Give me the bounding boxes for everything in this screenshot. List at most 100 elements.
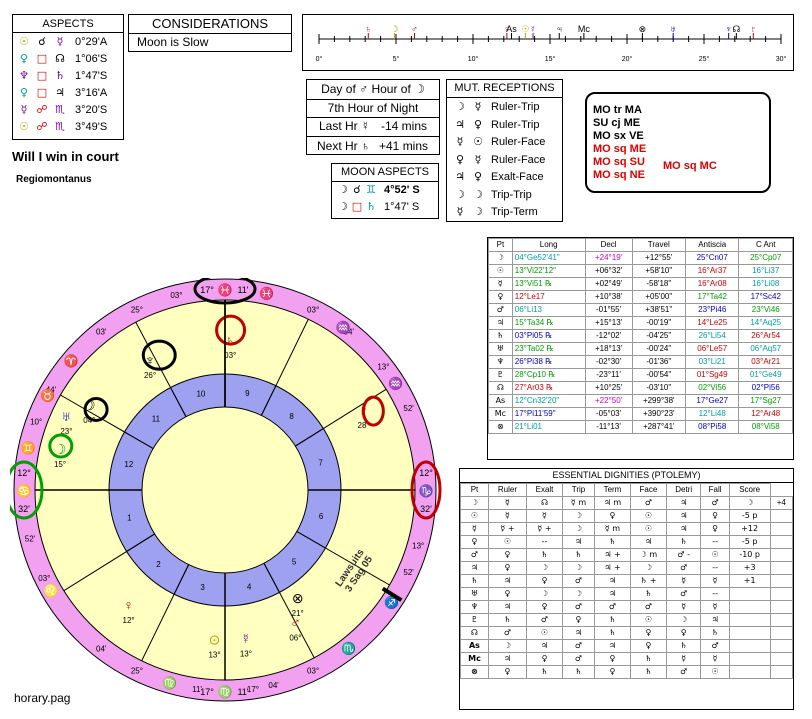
planet-glyph-icon: ☿ [474,100,482,113]
score-cell [769,535,793,549]
score-cell [769,665,793,679]
contra-antiscia-cell: 02°Pi56 [738,381,793,395]
cusp-degree-label: 03' [96,328,107,337]
planet-glyph-icon: ♀ [19,86,29,99]
dignity-cell: -- [700,561,730,575]
antiscia-cell: 17°Ge27 [684,394,740,408]
travel-cell: -00'24" [631,342,687,356]
aspect-note: MO sq NE [593,169,645,181]
planet-glyph-icon: ☽ [488,251,513,265]
antiscia-cell: 08°Pi58 [684,420,740,434]
aspect-orb: 3°16'A [75,87,108,99]
mut-reception-row: ♃ ♀ Exalt-Face [453,170,544,183]
dignity-cell: ♃ + [593,561,631,575]
angle-sign-icon: ♑ [419,484,434,498]
planet-glyph-icon: As [460,639,489,653]
longitude-cell: 27°Ar03 ℞ [511,381,586,395]
mut-reception-type: Trip-Trip [491,188,532,201]
dignity-cell: ♄ [629,587,667,601]
table-row: ♇ 28°Cp10 ℞ -23°11' -00'54" 01°Sg49 01°Ge49 [488,368,793,382]
table-row: ♀ 12°Le17 +10°38' +05'00" 17°Ta42 17°Sc42 [488,290,793,304]
planet-glyph-icon: ☽ [455,100,465,113]
dignity-cell: ♀ [487,561,528,575]
declination-cell: -23°11' [584,368,633,382]
dignity-cell: ♄ [629,652,667,666]
mut-reception-type: Ruler-Face [491,153,546,166]
horary-chart-wheel: 123 45678910111203°03°04'13°52'13°52'03°0… [10,278,442,702]
dignity-cell: ♂ [562,652,595,666]
dignity-cell: ♃ [487,652,528,666]
house-number: 9 [245,389,250,398]
mut-reception-type: Ruler-Trip [491,118,540,131]
dignity-cell [728,587,771,601]
antiscia-cell: 23°Pi46 [684,303,740,317]
dignity-cell: ♂ [665,561,702,575]
ruler-tick-label: 15° [545,55,556,63]
planet-glyph-icon: ♀ [473,170,483,183]
dignity-cell [728,652,771,666]
cusp-degree-label: 10° [30,417,42,426]
planet-glyph-icon: ♃ [488,316,513,330]
planet-glyph-icon: ♅ [460,587,489,601]
longitude-cell: 26°Pi38 ℞ [511,355,586,369]
ruler-planet-icon: ♄ [365,24,372,34]
mut-reception-row: ♀ ☿ Ruler-Face [453,153,545,166]
planet-glyph-icon: ♀ [19,52,29,65]
house-number: 12 [124,460,133,469]
dignity-cell: ♀ [629,626,667,640]
degree-ruler-svg: 0° 5° 10° 15° 20° 25° 30°♄ ☽ ♂ ♀As ☉ ☿ ♃ Mc ⊗ ♅ ♆ ☊ ♇ [316,24,787,63]
dignity-cell: ♄ [593,535,631,549]
planet-glyph-icon: ☉ [488,264,513,278]
dignity-cell: ♄ + [629,574,667,588]
dignity-cell: ☿ m [593,522,631,536]
zodiac-sign-icon: ♈ [64,354,79,368]
ruler-planet-icon: ♃ [556,24,563,34]
travel-cell: +58'10" [631,264,687,278]
dignity-cell: ♄ [593,626,631,640]
dignity-cell: ♂ [562,574,595,588]
planet-glyph-icon: ♀ [473,117,483,131]
moon-aspect-row: ☽ ☌ ♊ 4°52' S [336,183,420,196]
declination-cell: +06°32' [584,264,633,278]
contra-antiscia-cell: 17°Sc42 [738,290,793,304]
positions-table: Pt Long Decl Travel Antiscia C Ant ☽ 04°Ge52'41… [488,238,793,434]
travel-cell: -04'25" [631,329,687,343]
dignity-cell: ♃ + [593,548,631,562]
zodiac-sign-icon: ♌ [43,584,58,598]
dignity-cell: ☿ m [562,496,595,510]
aspect-notes-box: MO tr MA SU cj ME MO sx VE MO sq ME MO sq SU… [585,92,771,193]
dignity-cell: ♄ [562,665,595,679]
ruler-tick-label: 20° [622,55,633,63]
planet-degree: 13° [240,650,252,659]
travel-cell: +05'00" [631,290,687,304]
dignity-cell: ☊ [526,496,563,510]
contra-antiscia-cell: 16°Li08 [738,277,793,291]
dignity-cell: ♀ [526,574,563,588]
aspect-note-mc: MO sq MC [663,160,717,172]
column-header: Trip [562,483,595,497]
contra-antiscia-cell: 12°Ar48 [738,407,793,421]
planet-glyph-icon: ♏ [55,103,65,116]
question-text: Will I win in court [12,149,119,164]
dignity-cell: ♂ [526,613,563,627]
dignity-cell: ☿ [665,652,702,666]
planet-glyph-icon: ♀ [488,290,513,304]
planet-glyph-icon: ♃ [455,170,465,183]
planet-glyph-icon: ♏ [55,120,65,133]
dignity-cell: ☽ [562,509,595,523]
longitude-cell: 12°Cn32'20" [511,394,586,408]
aspects-panel: ASPECTS ☉ ☌ ☿ 0°29'A ♀ □ ☊ 1°06'S ♆ □ ♄ 1°47'S ♀ □ ♃ 3°… [12,14,124,140]
travel-cell: -03'10" [631,381,687,395]
antiscia-cell: 25°Cn07 [684,251,740,265]
dignity-cell: ☿ [665,600,702,614]
planet-degree: 13° [208,651,220,660]
aspect-orb: 3°20'S [75,104,108,116]
antiscia-cell: 03°Li21 [684,355,740,369]
cusp-degree-label: 52' [25,535,36,544]
angle-label: 17° ♓ 11' [200,283,249,297]
dignity-cell: ♃ [593,587,631,601]
dignity-cell: ♀ [629,639,667,653]
dignity-cell: ☿ [526,509,563,523]
contra-antiscia-cell: 23°Vi46 [738,303,793,317]
planet-glyph-icon: ♄ [488,329,513,343]
